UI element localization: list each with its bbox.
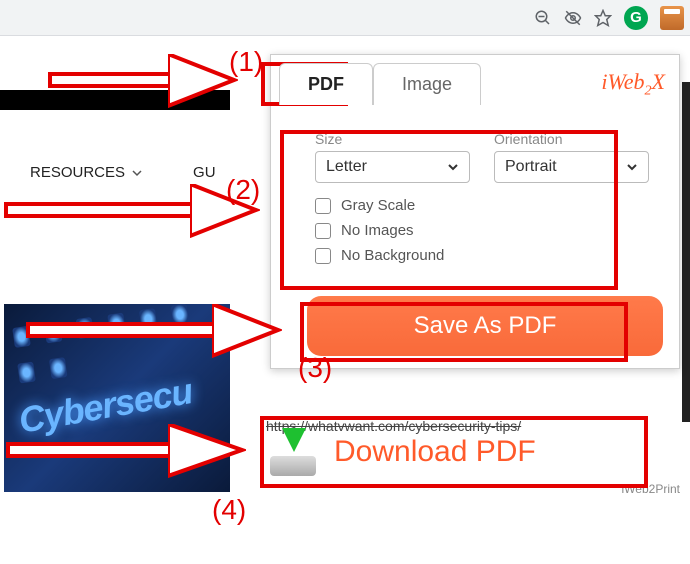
checkbox-icon bbox=[315, 223, 331, 239]
check-grayscale-label: Gray Scale bbox=[341, 197, 415, 214]
orientation-value: Portrait bbox=[505, 158, 557, 176]
orientation-label: Orientation bbox=[494, 131, 649, 147]
orientation-select[interactable]: Portrait bbox=[494, 151, 649, 183]
nav-resources[interactable]: RESOURCES bbox=[30, 164, 143, 181]
header-stripe bbox=[0, 90, 230, 110]
check-noimages-label: No Images bbox=[341, 222, 414, 239]
pdf-options: Size Letter Orientation Portrait Gray Sc… bbox=[301, 121, 663, 278]
nav-guides-partial[interactable]: GU bbox=[193, 164, 216, 181]
size-value: Letter bbox=[326, 158, 367, 176]
chevron-down-icon bbox=[131, 167, 143, 179]
download-pdf-link[interactable]: Download PDF bbox=[334, 435, 536, 469]
save-as-pdf-button[interactable]: Save As PDF bbox=[307, 296, 663, 356]
tab-image[interactable]: Image bbox=[373, 63, 481, 105]
star-icon[interactable] bbox=[594, 9, 612, 27]
check-nobackground-label: No Background bbox=[341, 247, 444, 264]
footer-brand: iWeb2Print bbox=[622, 482, 680, 496]
download-result: https://whatvwant.com/cybersecurity-tips… bbox=[260, 416, 648, 488]
size-label: Size bbox=[315, 131, 470, 147]
iweb2x-extension-icon[interactable] bbox=[660, 6, 684, 30]
download-icon bbox=[266, 428, 320, 476]
article-thumbnail: Cybersecu bbox=[4, 304, 230, 492]
check-grayscale[interactable]: Gray Scale bbox=[315, 197, 649, 214]
brand-logo: iWeb2X bbox=[601, 69, 665, 99]
eye-off-icon[interactable] bbox=[564, 9, 582, 27]
grammarly-extension-icon[interactable]: G bbox=[624, 6, 648, 30]
thumbnail-text: Cybersecu bbox=[16, 370, 196, 442]
popup-tabs: PDF Image iWeb2X bbox=[271, 55, 679, 105]
browser-toolbar: G bbox=[0, 0, 690, 36]
chevron-down-icon bbox=[447, 161, 459, 173]
iweb2x-popup: PDF Image iWeb2X Size Letter Orientation… bbox=[270, 54, 680, 369]
tab-pdf[interactable]: PDF bbox=[279, 63, 373, 105]
site-nav: RESOURCES GU bbox=[30, 164, 216, 181]
checkbox-icon bbox=[315, 248, 331, 264]
check-noimages[interactable]: No Images bbox=[315, 222, 649, 239]
zoom-out-icon[interactable] bbox=[534, 9, 552, 27]
checkbox-icon bbox=[315, 198, 331, 214]
right-edge-strip bbox=[682, 82, 690, 422]
check-nobackground[interactable]: No Background bbox=[315, 247, 649, 264]
size-select[interactable]: Letter bbox=[315, 151, 470, 183]
nav-resources-label: RESOURCES bbox=[30, 164, 125, 181]
nav-guides-label: GU bbox=[193, 164, 216, 181]
chevron-down-icon bbox=[626, 161, 638, 173]
